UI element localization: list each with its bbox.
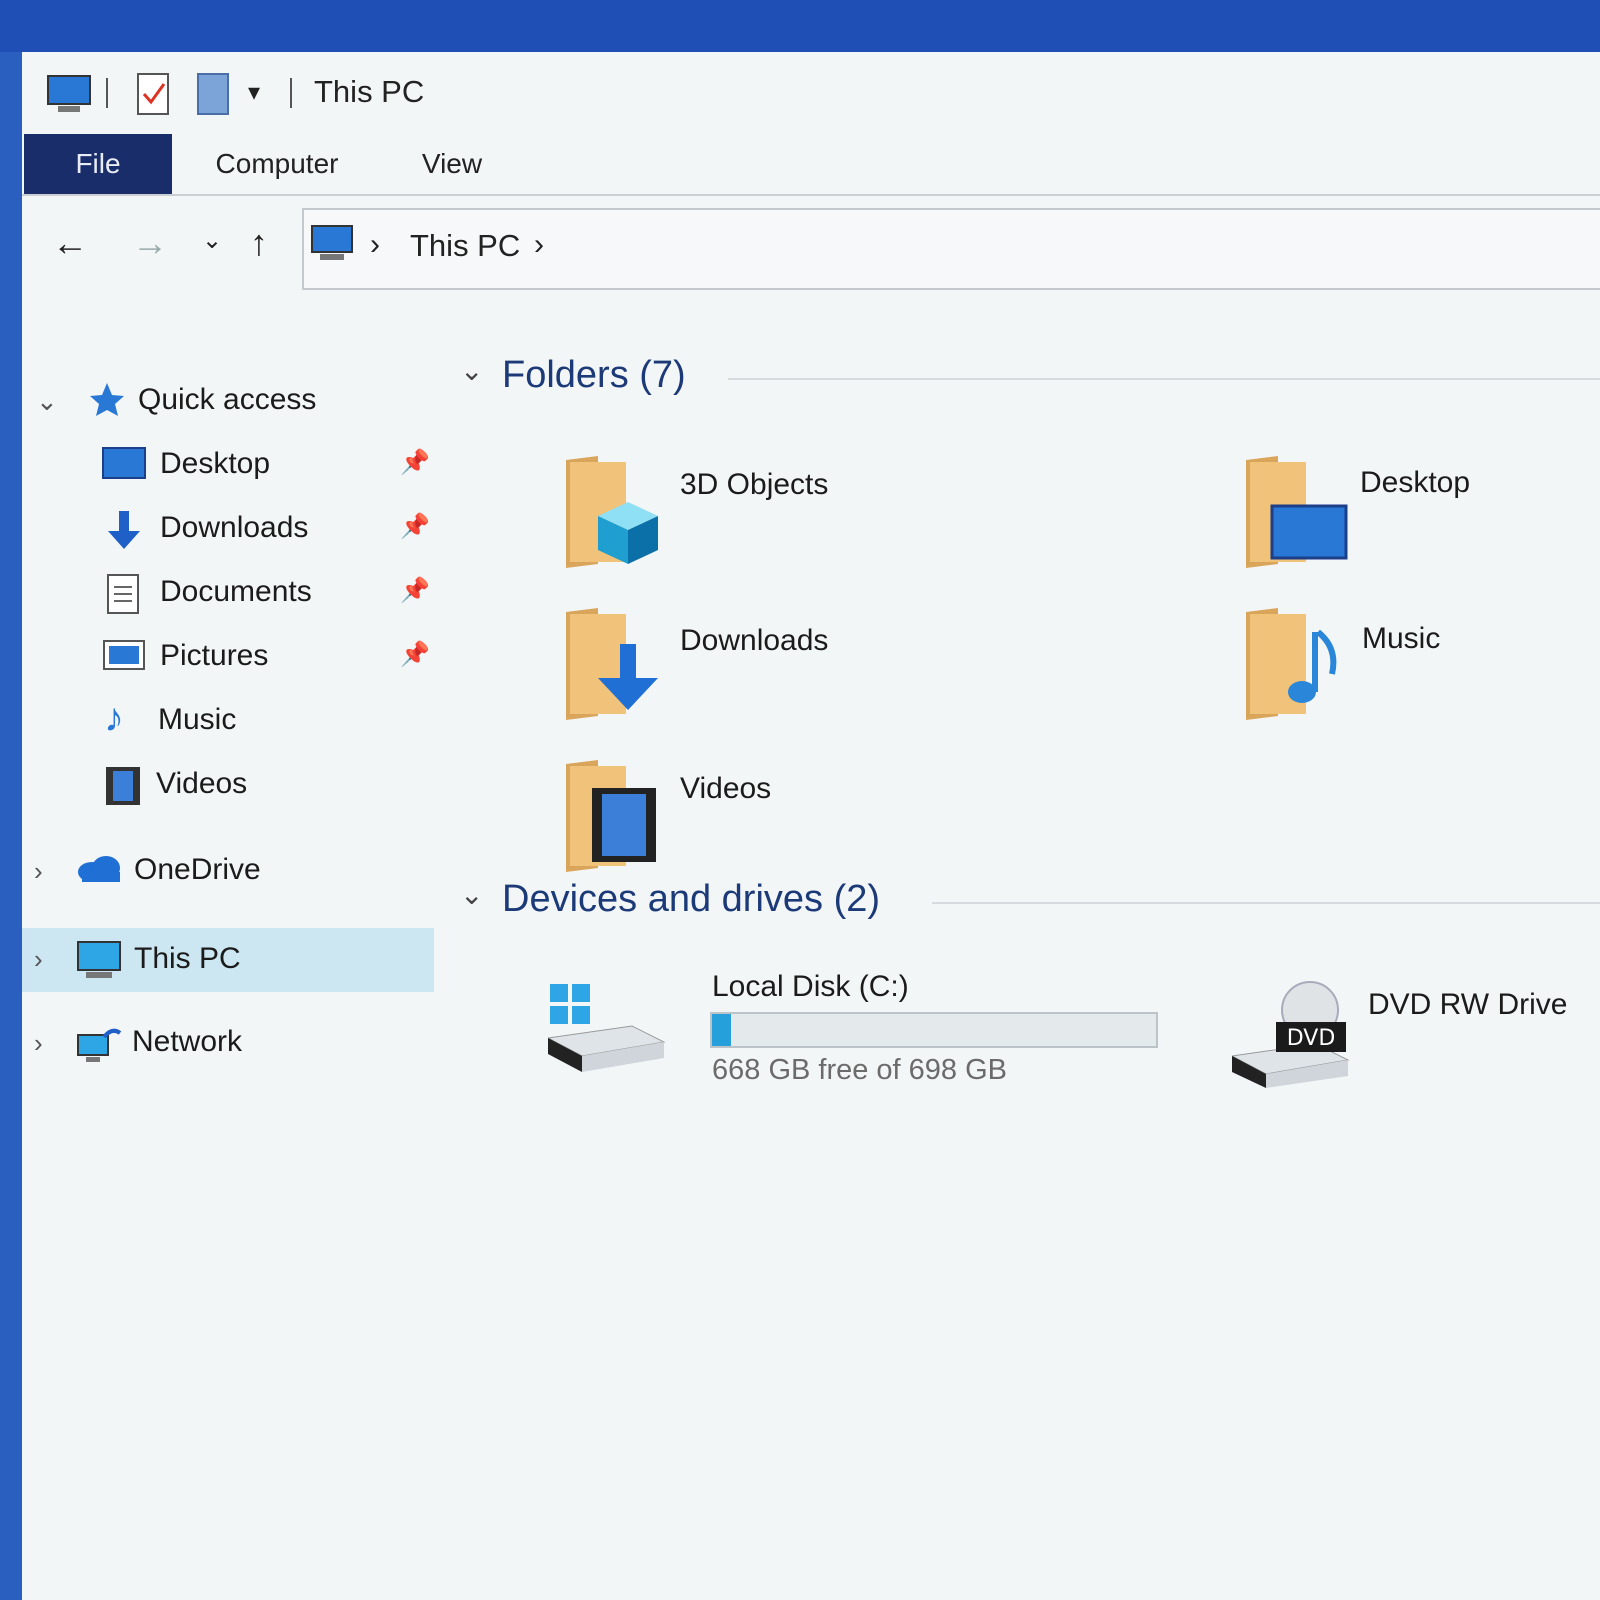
drive-label: DVD RW Drive (1368, 988, 1568, 1021)
folder-label: Music (1362, 622, 1441, 655)
sidebar-item-label: Downloads (160, 511, 309, 544)
folder-downloads[interactable]: Downloads (562, 608, 1062, 724)
videos-folder-icon (566, 760, 656, 872)
3d-objects-folder-icon (566, 456, 658, 568)
group-divider (728, 378, 1600, 380)
folder-music[interactable]: Music (1242, 608, 1600, 724)
drive-usage-fill (712, 1014, 732, 1046)
sidebar-item-label: Desktop (160, 447, 271, 480)
sidebar-item-label: OneDrive (134, 853, 261, 886)
chevron-down-icon[interactable]: ⌄ (460, 878, 483, 911)
pin-icon[interactable]: 📌 (400, 448, 430, 477)
cloud-icon (78, 856, 120, 882)
pin-icon[interactable]: 📌 (400, 576, 430, 605)
computer-icon (47, 75, 91, 112)
new-folder-icon[interactable] (196, 72, 232, 118)
up-arrow-icon[interactable]: ↑ (250, 222, 268, 264)
downloads-folder-icon (566, 608, 658, 720)
chevron-down-icon[interactable]: ⌄ (36, 386, 58, 417)
sidebar-item-pictures[interactable]: Pictures 📌 (22, 628, 434, 686)
dvd-drive-icon: DVD (1232, 981, 1350, 1088)
chevron-down-icon[interactable]: ⌄ (460, 354, 483, 387)
chevron-right-icon[interactable]: › (370, 228, 380, 262)
file-explorer-window: ▾ This PC File Computer View ← → ⌄ ↑ › T… (22, 52, 1600, 1600)
music-folder-icon (1246, 608, 1337, 720)
navigation-bar: ← → ⌄ ↑ › This PC › (22, 196, 1600, 304)
qa-separator (106, 78, 108, 108)
computer-icon (311, 225, 353, 260)
folder-desktop[interactable]: Desktop (1242, 456, 1600, 572)
music-note-icon: ♪ (104, 696, 124, 740)
back-arrow-icon[interactable]: ← (52, 222, 88, 264)
sidebar-item-music[interactable]: ♪ Music (22, 692, 434, 750)
tab-computer[interactable]: Computer (192, 134, 362, 194)
drive-dvd-rw[interactable]: DVD DVD RW Drive (1232, 972, 1600, 1092)
customize-qa-icon[interactable]: ▾ (248, 78, 260, 107)
navigation-pane: ⌄ Quick access Desktop 📌 Downloads 📌 Doc… (22, 348, 442, 1108)
desktop-left-edge (0, 52, 22, 1600)
network-icon (77, 1028, 122, 1062)
sidebar-item-label: Network (132, 1025, 243, 1058)
ribbon-tabs: File Computer View (22, 134, 1600, 196)
download-arrow-icon (108, 511, 140, 549)
recent-locations-icon[interactable]: ⌄ (202, 226, 222, 255)
sidebar-item-network[interactable]: › Network (22, 1014, 434, 1072)
group-heading-devices[interactable]: Devices and drives (2) (502, 878, 880, 921)
folder-label: 3D Objects (680, 468, 829, 501)
chevron-right-icon[interactable]: › (34, 856, 43, 887)
documents-icon (107, 574, 139, 614)
content-pane: ⌄ Folders (7) 3D Objects Desktop Downloa… (452, 332, 1600, 1232)
group-heading-folders[interactable]: Folders (7) (502, 354, 686, 397)
chevron-right-icon[interactable]: › (534, 228, 544, 262)
pictures-icon (103, 640, 145, 670)
folder-3d-objects[interactable]: 3D Objects (562, 456, 1062, 572)
window-title: This PC (314, 74, 425, 109)
folder-label: Downloads (680, 624, 829, 657)
hard-drive-icon (548, 984, 666, 1072)
properties-icon[interactable] (136, 72, 172, 118)
sidebar-item-label: Documents (160, 575, 312, 608)
sidebar-item-label: This PC (134, 942, 241, 975)
sidebar-item-documents[interactable]: Documents 📌 (22, 564, 434, 622)
desktop-folder-icon (1246, 456, 1348, 568)
pin-icon[interactable]: 📌 (400, 640, 430, 669)
sidebar-item-desktop[interactable]: Desktop 📌 (22, 436, 434, 494)
sidebar-item-videos[interactable]: Videos (22, 756, 434, 814)
folder-label: Desktop (1360, 466, 1471, 499)
sidebar-item-label: Pictures (160, 639, 269, 672)
sidebar-item-label: Music (158, 703, 237, 736)
sidebar-item-onedrive[interactable]: › OneDrive (22, 842, 434, 900)
chevron-right-icon[interactable]: › (34, 944, 43, 975)
title-bar: ▾ This PC (22, 52, 1600, 134)
drive-label: Local Disk (C:) (712, 970, 909, 1003)
pin-icon[interactable]: 📌 (400, 512, 430, 541)
videos-icon (106, 767, 140, 805)
qa-separator (290, 78, 292, 108)
sidebar-item-downloads[interactable]: Downloads 📌 (22, 500, 434, 558)
folder-label: Videos (680, 772, 772, 805)
dvd-badge: DVD (1287, 1026, 1336, 1051)
star-icon (90, 383, 124, 416)
chevron-right-icon[interactable]: › (34, 1028, 43, 1059)
tab-view[interactable]: View (402, 134, 502, 194)
tab-file[interactable]: File (24, 134, 172, 194)
forward-arrow-icon[interactable]: → (132, 222, 168, 264)
breadcrumb-this-pc[interactable]: This PC (410, 228, 520, 264)
sidebar-item-label: Videos (156, 767, 248, 800)
folder-videos[interactable]: Videos (562, 760, 1062, 876)
sidebar-item-this-pc[interactable]: › This PC (22, 928, 434, 992)
sidebar-item-label: Quick access (138, 383, 317, 416)
computer-icon (77, 941, 121, 978)
address-bar[interactable]: › This PC › (302, 208, 1600, 290)
drive-usage-bar (710, 1012, 1158, 1048)
sidebar-item-quick-access[interactable]: ⌄ Quick access (22, 372, 434, 430)
group-divider (932, 902, 1600, 904)
drive-free-space: 668 GB free of 698 GB (712, 1054, 1008, 1086)
desktop-icon (102, 447, 146, 479)
desktop-top-edge (0, 0, 1600, 52)
